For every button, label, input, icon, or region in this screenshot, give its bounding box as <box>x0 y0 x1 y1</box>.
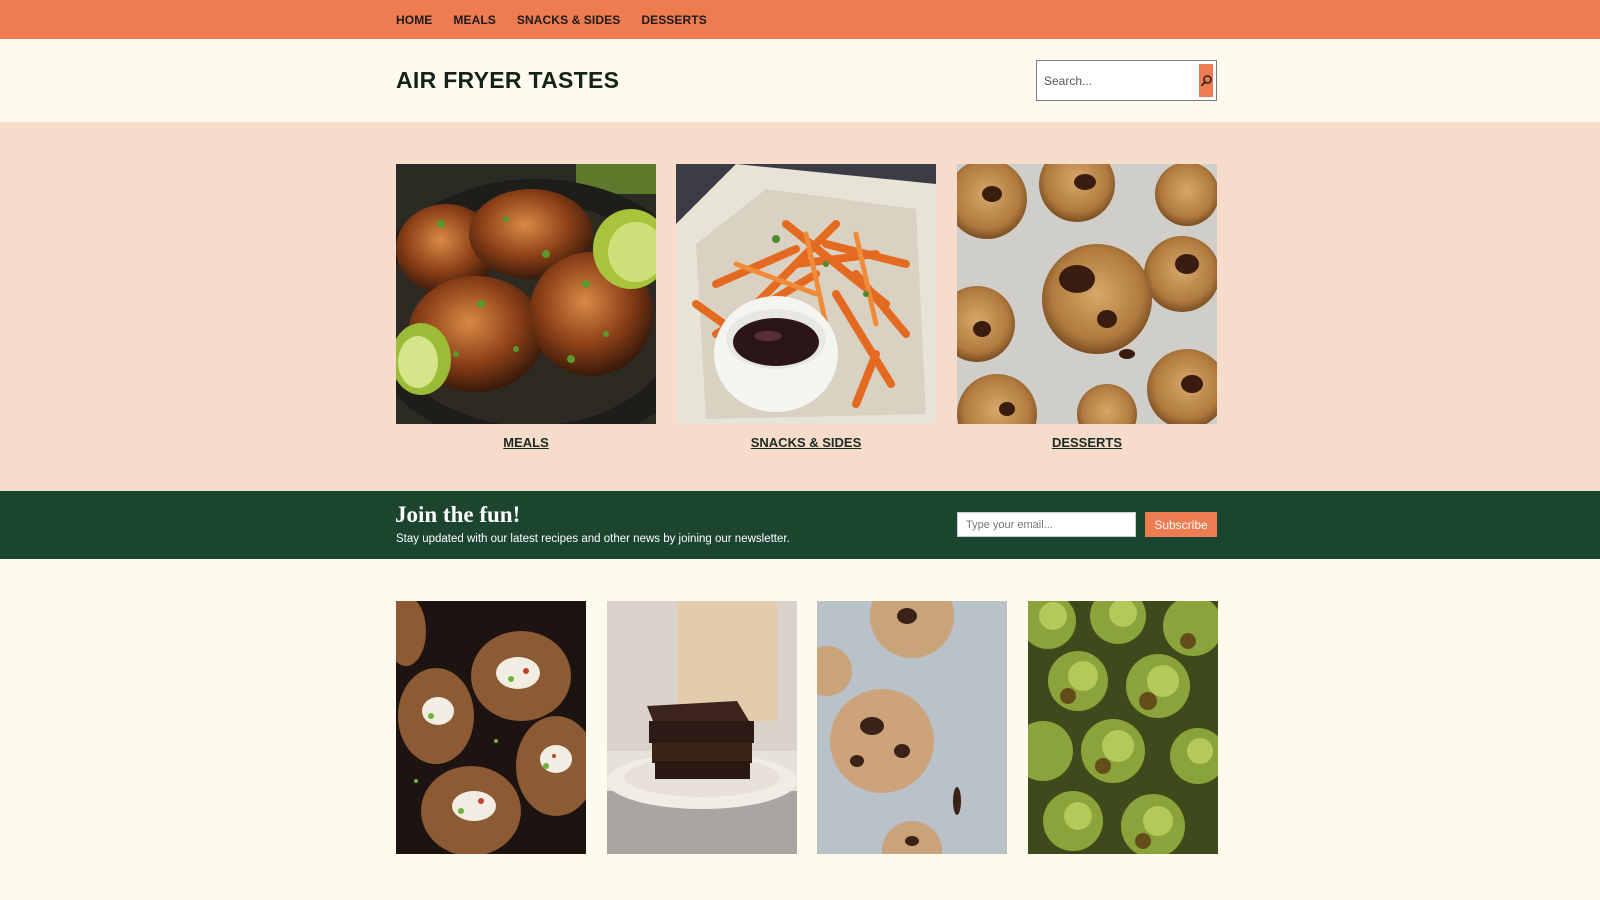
top-navigation: HOME MEALS SNACKS & SIDES DESSERTS <box>0 0 1600 39</box>
category-link-meals[interactable]: MEALS <box>396 435 656 450</box>
post-image-baked-potatoes[interactable] <box>396 601 586 854</box>
search-icon <box>1200 74 1213 87</box>
newsletter-title: Join the fun! <box>395 502 521 527</box>
nav-item-home[interactable]: HOME <box>396 13 432 27</box>
post-image-brownies[interactable] <box>607 601 797 854</box>
site-header: AIR FRYER TASTES <box>0 39 1600 122</box>
meals-image[interactable] <box>396 164 656 424</box>
category-link-snacks-sides[interactable]: SNACKS & SIDES <box>676 435 936 450</box>
newsletter-description: Stay updated with our latest recipes and… <box>396 533 790 545</box>
nav-item-desserts[interactable]: DESSERTS <box>641 13 706 27</box>
desserts-image[interactable] <box>957 164 1217 424</box>
search-button[interactable] <box>1199 64 1213 97</box>
nav-item-snacks-sides[interactable]: SNACKS & SIDES <box>517 13 620 27</box>
post-image-cookies[interactable] <box>817 601 1007 854</box>
subscribe-button[interactable]: Subscribe <box>1145 512 1217 537</box>
category-card-desserts[interactable]: DESSERTS <box>957 164 1217 450</box>
newsletter-email-input[interactable] <box>957 512 1136 537</box>
category-section: MEALS SNACKS & SIDES DESSERTS <box>0 122 1600 491</box>
site-title[interactable]: AIR FRYER TASTES <box>396 67 619 94</box>
snacks-sides-image[interactable] <box>676 164 936 424</box>
search-form <box>1036 60 1217 101</box>
post-image-brussels-sprouts[interactable] <box>1028 601 1218 854</box>
latest-posts-section <box>0 559 1600 900</box>
search-input[interactable] <box>1040 64 1199 97</box>
newsletter-section: Join the fun! Stay updated with our late… <box>0 491 1600 559</box>
category-card-snacks-sides[interactable]: SNACKS & SIDES <box>676 164 936 450</box>
category-link-desserts[interactable]: DESSERTS <box>957 435 1217 450</box>
category-card-meals[interactable]: MEALS <box>396 164 656 450</box>
nav-item-meals[interactable]: MEALS <box>453 13 496 27</box>
